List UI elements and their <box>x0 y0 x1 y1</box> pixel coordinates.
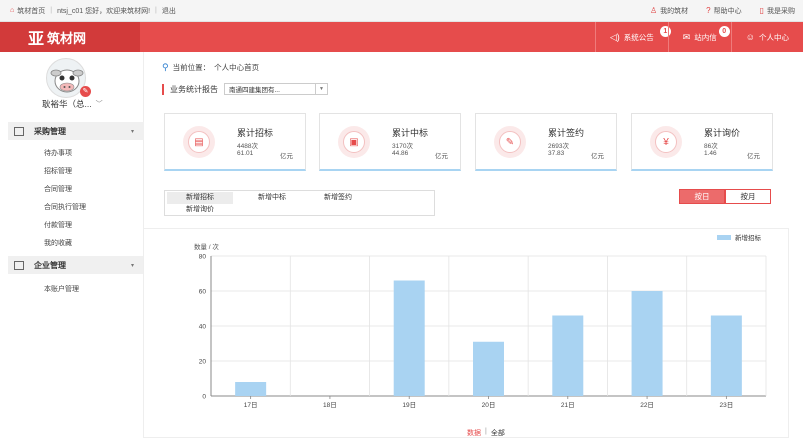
bar <box>235 382 267 396</box>
bar <box>393 280 425 396</box>
bar <box>552 315 584 396</box>
y-axis-label: 数量 / 次 <box>194 242 219 251</box>
x-tick-label: 18日 <box>323 401 337 409</box>
y-tick-label: 0 <box>202 394 206 401</box>
bar-chart: 数量 / 次 0 20 40 60 80 17日 18日 19日 20日 21日 22日 23日 <box>194 242 767 409</box>
x-tick-label: 23日 <box>719 401 733 409</box>
bar <box>473 341 504 396</box>
bar <box>631 291 663 396</box>
x-tick-label: 20日 <box>482 401 496 409</box>
x-tick-label: 17日 <box>244 401 258 409</box>
footer-all[interactable]: 全部 <box>491 428 505 438</box>
y-tick-label: 20 <box>199 359 207 366</box>
x-tick-label: 21日 <box>561 401 575 409</box>
x-tick-label: 22日 <box>640 401 654 409</box>
bar <box>710 315 742 396</box>
chart-footer: 数据 | 全部 <box>467 428 505 438</box>
y-tick-label: 60 <box>199 289 207 296</box>
y-tick-label: 40 <box>199 324 207 331</box>
x-tick-label: 19日 <box>402 401 416 409</box>
footer-data[interactable]: 数据 <box>467 428 481 438</box>
y-tick-label: 80 <box>199 254 207 261</box>
